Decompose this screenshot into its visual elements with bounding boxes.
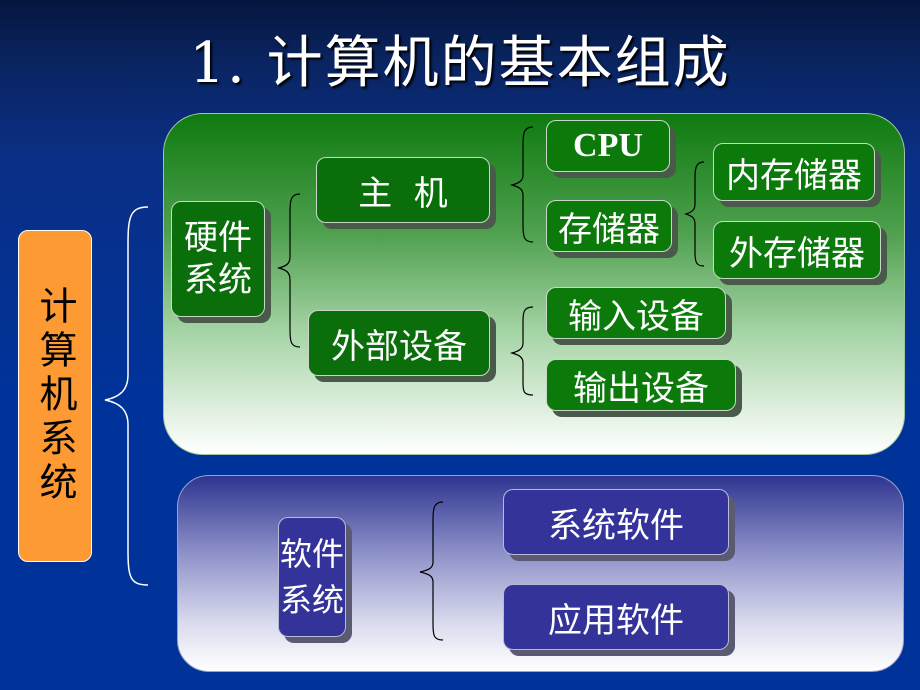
root-brace [104,206,149,586]
hardware-label-2: 系统 [184,260,252,300]
cpu-box: CPU [546,120,670,172]
external-memory-box: 外存储器 [713,221,881,279]
host-brace [509,126,534,243]
external-memory-label: 外存储器 [729,233,865,274]
host-box: 主 机 [316,157,490,223]
storage-label: 存储器 [558,209,660,250]
output-device-box: 输出设备 [546,359,736,411]
system-software-box: 系统软件 [503,489,729,555]
internal-memory-box: 内存储器 [713,143,875,201]
hardware-brace [276,193,301,348]
peripherals-label: 外部设备 [331,326,467,367]
software-label-2: 系统 [279,581,344,619]
peripherals-box: 外部设备 [308,310,490,376]
input-device-box: 输入设备 [546,287,726,339]
input-device-label: 输入设备 [568,296,704,337]
software-label-1: 软件 [279,535,344,573]
software-brace [419,501,444,641]
hardware-label-1: 硬件 [184,218,252,258]
host-label: 主 机 [358,173,448,214]
computer-system-label: 计算机系统 [33,286,77,506]
system-software-label: 系统软件 [548,505,684,546]
slide-title: 1. 计算机的基本组成 [189,31,731,96]
storage-brace [684,161,705,267]
output-device-label: 输出设备 [573,368,709,409]
software-system-box: 软件 系统 [278,517,346,637]
application-software-box: 应用软件 [503,584,729,650]
peripherals-brace [509,306,534,396]
computer-system-box: 计算机系统 [18,230,92,562]
application-software-label: 应用软件 [548,600,684,641]
cpu-label: CPU [573,127,643,164]
internal-memory-label: 内存储器 [726,155,862,196]
storage-box: 存储器 [546,200,672,252]
hardware-system-box: 硬件 系统 [171,201,265,317]
